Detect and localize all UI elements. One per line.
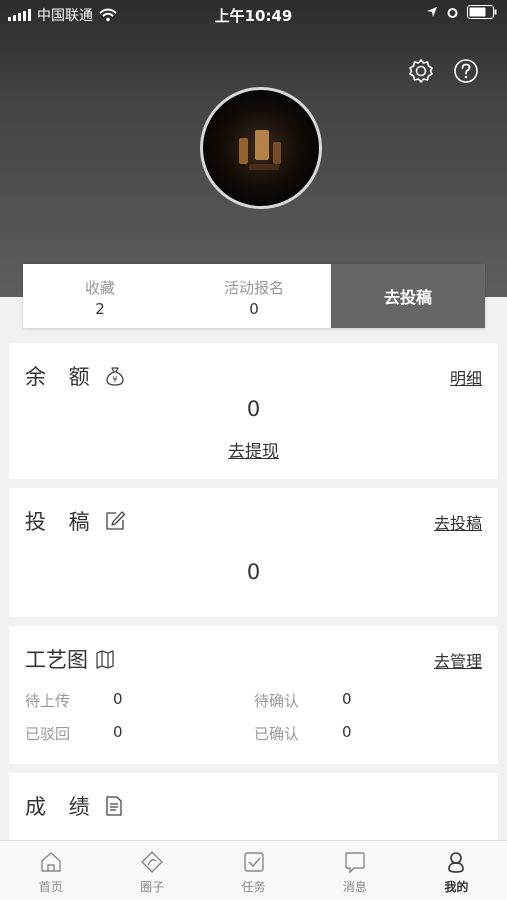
stats-panel: 收藏 2 活动报名 0 去投稿 xyxy=(23,264,485,328)
stat-label: 收藏 xyxy=(84,279,115,297)
stat-label: 活动报名 xyxy=(223,279,284,297)
submission-link[interactable]: 去投稿 xyxy=(434,510,482,534)
craft-card: 工艺图 去管理 待上传 0 待确认 0 已驳回 0 已确认 0 xyxy=(9,626,498,764)
profile-icon xyxy=(448,852,465,873)
balance-detail-link[interactable]: 明细 xyxy=(450,365,482,389)
help-icon[interactable] xyxy=(452,57,480,85)
craft-manage-link[interactable]: 去管理 xyxy=(434,648,482,672)
submission-title: 投 稿 xyxy=(25,510,98,534)
battery-icon xyxy=(467,5,497,19)
map-icon xyxy=(96,650,114,669)
tab-circle[interactable]: 圈子 xyxy=(101,841,202,900)
status-bar: 中国联通 上午10:49 xyxy=(0,0,507,28)
kv-value: 0 xyxy=(113,690,123,708)
tab-label: 消息 xyxy=(342,880,367,894)
stat-value: 0 xyxy=(249,300,259,318)
svg-text:¥: ¥ xyxy=(112,375,117,384)
stat-favorites[interactable]: 收藏 2 xyxy=(23,264,177,328)
kv-value: 0 xyxy=(342,690,352,708)
money-bag-icon: ¥ xyxy=(106,367,124,386)
score-card: 成 绩 xyxy=(9,773,498,840)
kv-value: 0 xyxy=(113,723,123,741)
tab-label: 任务 xyxy=(241,880,266,894)
craft-pending-confirm[interactable]: 待确认 0 xyxy=(254,690,352,711)
kv-label: 待上传 xyxy=(25,692,71,710)
tab-profile[interactable]: 我的 xyxy=(406,841,507,900)
balance-amount: 0 xyxy=(246,397,261,421)
kv-value: 0 xyxy=(342,723,352,741)
score-title: 成 绩 xyxy=(25,795,98,819)
tab-label: 我的 xyxy=(444,880,469,894)
location-icon xyxy=(427,7,437,17)
balance-card: 余 额 ¥ 明细 0 去提现 xyxy=(9,343,498,479)
kv-label: 已确认 xyxy=(254,725,300,743)
task-icon xyxy=(243,852,264,872)
message-icon xyxy=(345,852,365,874)
submission-count: 0 xyxy=(246,560,261,584)
tab-tasks[interactable]: 任务 xyxy=(203,841,304,900)
home-icon xyxy=(41,852,61,872)
withdraw-link[interactable]: 去提现 xyxy=(9,437,498,462)
profile-header: 中国联通 上午10:49 xyxy=(0,0,507,297)
edit-icon xyxy=(106,511,125,530)
tab-label: 首页 xyxy=(38,880,63,894)
tab-bar: 首页 圈子 任务 消息 我的 xyxy=(0,840,507,900)
craft-title: 工艺图 xyxy=(25,648,88,672)
circle-icon xyxy=(141,851,163,873)
stat-event-signups[interactable]: 活动报名 0 xyxy=(177,264,331,328)
craft-pending-upload[interactable]: 待上传 0 xyxy=(25,690,123,711)
kv-label: 待确认 xyxy=(254,692,300,710)
submit-work-button[interactable]: 去投稿 xyxy=(331,264,485,328)
craft-rejected[interactable]: 已驳回 0 xyxy=(25,723,123,744)
balance-title: 余 额 xyxy=(25,365,98,389)
tab-messages[interactable]: 消息 xyxy=(304,841,405,900)
tab-label: 圈子 xyxy=(140,880,165,894)
stat-value: 2 xyxy=(95,300,105,318)
craft-confirmed[interactable]: 已确认 0 xyxy=(254,723,352,744)
submission-card: 投 稿 去投稿 0 xyxy=(9,488,498,617)
settings-gear-icon[interactable] xyxy=(407,57,435,85)
avatar[interactable] xyxy=(200,87,322,209)
tab-home[interactable]: 首页 xyxy=(0,841,101,900)
document-icon xyxy=(106,796,122,816)
alarm-icon xyxy=(447,7,458,18)
kv-label: 已驳回 xyxy=(25,725,71,743)
